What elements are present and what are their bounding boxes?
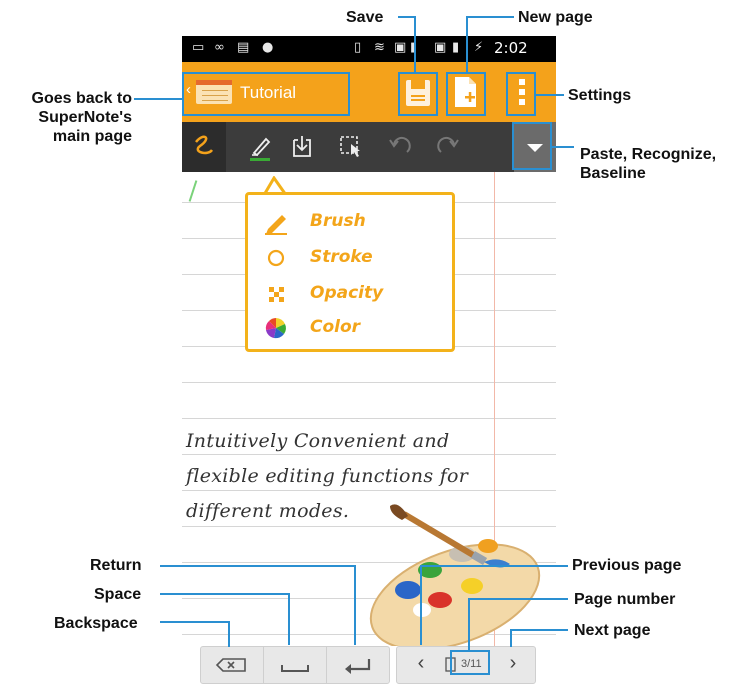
chevron-right-icon: › (509, 652, 517, 674)
chevron-left-icon: ‹ (417, 652, 425, 674)
sim2-icon: ▣ (434, 40, 447, 55)
paint-palette-illustration (369, 504, 541, 648)
backspace-icon (215, 658, 246, 672)
backspace-callout: Backspace (54, 615, 138, 632)
stroke-option-label: Stroke (310, 247, 373, 267)
phone-screen: ▭ ∞ ▤ ● ▯ ≋ ▣ ▮ ▣ ▮ ⚡ 2:02 ‹ Tutorial (182, 36, 556, 686)
color-option-label: Color (310, 317, 361, 337)
back-highlight-box (182, 72, 350, 116)
back-callout: Goes back to SuperNote's main page (31, 90, 132, 145)
insert-tool-button[interactable] (282, 122, 322, 172)
bottom-bar: ‹ 3/11 › (182, 646, 556, 686)
return-icon (345, 659, 371, 674)
keyboard-keys-group (200, 646, 390, 684)
page-number-highlight-box (450, 650, 490, 675)
battery-charging-icon: ⚡ (474, 40, 484, 55)
status-bar: ▭ ∞ ▤ ● ▯ ≋ ▣ ▮ ▣ ▮ ⚡ 2:02 (182, 36, 556, 62)
edit-toolbar (182, 122, 556, 172)
next-page-button[interactable]: › (501, 652, 525, 678)
pencil-icon (265, 215, 287, 235)
color-option[interactable]: Color (262, 315, 442, 341)
brush-tool-button[interactable] (240, 122, 280, 172)
color-wheel-icon (265, 318, 286, 339)
brush-option-label: Brush (310, 211, 366, 231)
brush-options-popup: Brush Stroke Opacity Color (245, 192, 455, 352)
paste-highlight-box (512, 122, 552, 170)
image-notification-icon: ▭ (192, 40, 205, 55)
circle-outline-icon (267, 249, 285, 267)
opacity-option-label: Opacity (310, 283, 384, 303)
clipboard-icon: ▤ (237, 40, 250, 55)
undo-button[interactable] (380, 122, 420, 172)
handwriting-line-3: different modes. (186, 500, 350, 522)
wifi-icon: ≋ (374, 40, 385, 55)
next-page-callout: Next page (574, 622, 651, 639)
previous-page-callout: Previous page (572, 557, 682, 574)
previous-page-button[interactable]: ‹ (409, 652, 433, 678)
space-callout: Space (94, 586, 142, 603)
opacity-option[interactable]: Opacity (262, 281, 442, 307)
sim1-icon: ▣ (394, 40, 407, 55)
stroke-option[interactable]: Stroke (262, 245, 442, 271)
scribble-tool-button[interactable] (182, 122, 226, 172)
scribble-icon (195, 135, 214, 155)
android-icon: ● (262, 40, 274, 55)
opacity-icon (269, 287, 284, 302)
return-callout: Return (90, 557, 142, 574)
space-icon (281, 665, 309, 672)
pen-icon (250, 137, 271, 161)
settings-highlight-box (506, 72, 536, 116)
hand-select-icon (340, 136, 360, 157)
brush-option[interactable]: Brush (262, 209, 442, 235)
voicemail-icon: ∞ (214, 40, 225, 55)
paste-callout: Paste, Recognize, Baseline (580, 146, 717, 182)
status-time: 2:02 (494, 39, 528, 57)
cursor-stroke (188, 180, 198, 202)
page-number-callout: Page number (574, 591, 676, 608)
handwriting-line-1: Intuitively Convenient and (186, 430, 450, 452)
handwriting-line-2: flexible editing functions for (186, 465, 469, 487)
new-page-callout: New page (518, 9, 593, 26)
new-page-highlight-box (446, 72, 486, 116)
return-button[interactable] (327, 647, 389, 683)
vibrate-icon: ▯ (354, 40, 362, 55)
save-highlight-box (398, 72, 438, 116)
undo-icon (389, 137, 411, 153)
backspace-button[interactable] (201, 647, 263, 683)
insert-icon (293, 136, 311, 157)
save-callout: Save (346, 9, 384, 26)
signal2-icon: ▮ (452, 40, 460, 55)
space-button[interactable] (264, 647, 326, 683)
redo-icon (437, 137, 459, 153)
redo-button[interactable] (428, 122, 468, 172)
settings-callout: Settings (568, 87, 632, 104)
select-tool-button[interactable] (330, 122, 370, 172)
